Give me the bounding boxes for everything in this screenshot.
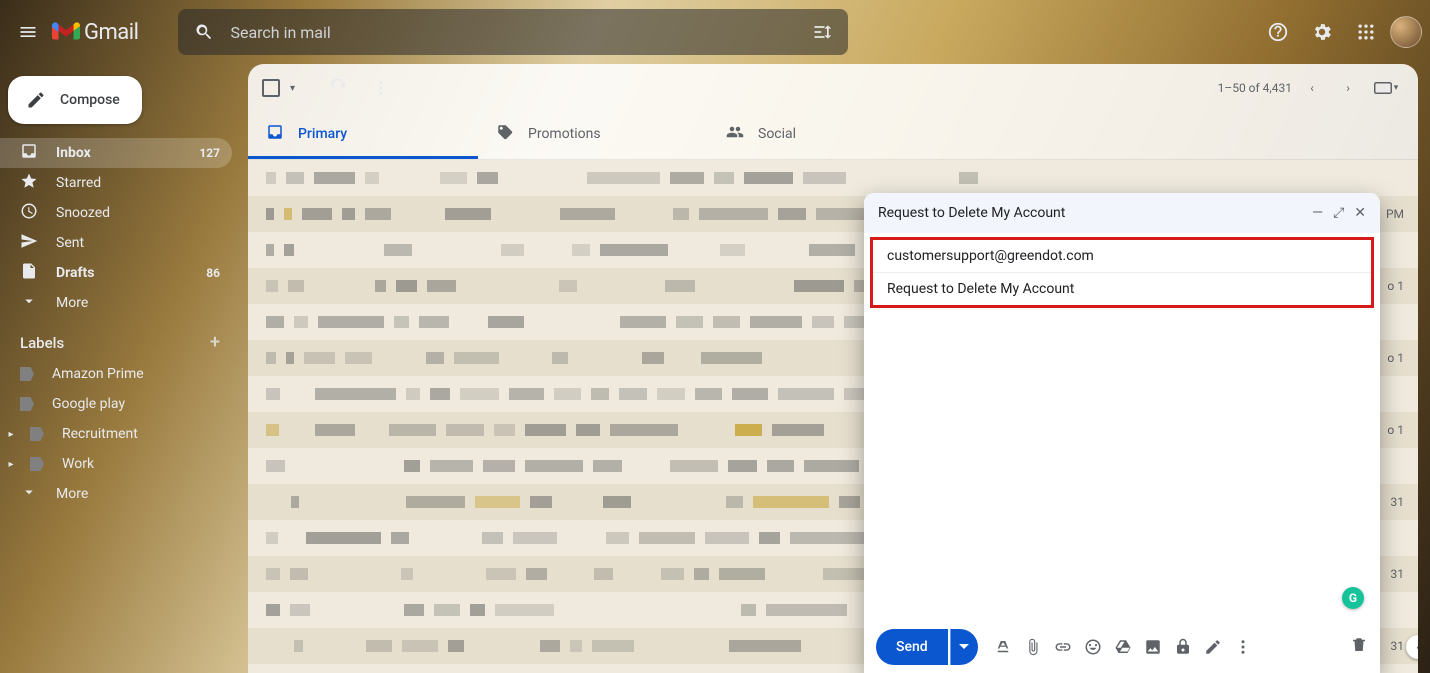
grammarly-icon[interactable]: G <box>1342 587 1364 609</box>
account-avatar[interactable] <box>1390 16 1422 48</box>
tab-promotions[interactable]: Promotions <box>478 112 708 159</box>
inbox-icon <box>20 142 38 164</box>
pagination-text: 1–50 of 4,431 <box>1218 81 1292 95</box>
label-item-more[interactable]: More <box>0 479 232 509</box>
compose-to-field[interactable]: customersupport@greendot.com <box>873 240 1371 273</box>
label-tag-icon <box>30 457 44 471</box>
sidebar-item-label: Sent <box>56 235 84 251</box>
send-button[interactable]: Send <box>876 629 948 665</box>
annotation-highlight: customersupport@greendot.com Request to … <box>870 237 1374 308</box>
sidebar-item-label: Inbox <box>56 145 91 161</box>
tab-label: Primary <box>298 126 347 142</box>
label-item-label: Google play <box>52 396 125 412</box>
format-icon[interactable] <box>994 638 1012 656</box>
select-all-dropdown[interactable]: ▾ <box>286 83 299 94</box>
attach-icon[interactable] <box>1024 638 1042 656</box>
compose-close-icon[interactable]: ✕ <box>1354 205 1366 221</box>
compose-label: Compose <box>60 92 120 108</box>
tab-primary[interactable]: Primary <box>248 112 478 159</box>
settings-icon[interactable] <box>1302 12 1342 52</box>
compose-subject-field[interactable]: Request to Delete My Account <box>873 273 1371 305</box>
product-name: Gmail <box>84 20 138 45</box>
sidebar-item-label: Starred <box>56 175 101 191</box>
sidebar-item-count: 127 <box>199 146 220 160</box>
apps-icon[interactable] <box>1346 12 1386 52</box>
compose-fullscreen-icon[interactable]: ⤢ <box>1333 205 1344 221</box>
compose-minimize-icon[interactable]: — <box>1312 205 1323 221</box>
label-item-label: Work <box>62 456 94 472</box>
compose-button[interactable]: Compose <box>8 76 142 124</box>
label-tag-icon <box>20 367 34 381</box>
star-icon <box>20 172 38 194</box>
main-menu-button[interactable] <box>8 12 48 52</box>
label-item-work[interactable]: ▸ Work <box>0 449 232 479</box>
caret-icon: ▸ <box>6 429 16 440</box>
support-icon[interactable] <box>1258 12 1298 52</box>
tab-label: Promotions <box>528 126 601 142</box>
compose-title: Request to Delete My Account <box>878 205 1065 221</box>
sidebar-item-starred[interactable]: Starred <box>0 168 232 198</box>
sidebar-item-label: Drafts <box>56 265 94 281</box>
compose-body[interactable] <box>864 310 1380 621</box>
tab-icon <box>726 123 744 145</box>
label-item-label: Recruitment <box>62 426 138 442</box>
signature-icon[interactable] <box>1204 638 1222 656</box>
label-item-label: Amazon Prime <box>52 366 144 382</box>
input-tools-icon[interactable]: ▾ <box>1368 68 1404 108</box>
label-item-label: More <box>56 486 88 502</box>
search-input[interactable] <box>222 23 804 42</box>
sidebar-item-more[interactable]: More <box>0 288 232 318</box>
emoji-icon[interactable] <box>1084 638 1102 656</box>
label-item-google-play[interactable]: Google play <box>0 389 232 419</box>
file-icon <box>20 262 38 284</box>
tab-icon <box>266 123 284 145</box>
mail-toolbar: ▾ 1–50 of 4,431 ‹ › ▾ <box>248 64 1418 112</box>
send-options-button[interactable] <box>950 629 978 665</box>
search-icon[interactable] <box>186 12 222 52</box>
label-item-recruitment[interactable]: ▸ Recruitment <box>0 419 232 449</box>
label-item-amazon-prime[interactable]: Amazon Prime <box>0 359 232 389</box>
sidebar-item-label: More <box>56 295 88 311</box>
confidential-icon[interactable] <box>1174 638 1192 656</box>
send-icon <box>20 232 38 254</box>
sidebar-item-inbox[interactable]: Inbox 127 <box>0 138 232 168</box>
add-label-icon[interactable]: + <box>210 332 220 353</box>
prev-page-icon[interactable]: ‹ <box>1296 68 1328 108</box>
search-box[interactable] <box>178 9 848 55</box>
gmail-logo[interactable]: Gmail <box>52 20 138 45</box>
labels-heading: Labels <box>20 334 64 352</box>
more-icon[interactable] <box>363 68 399 108</box>
sidebar-item-count: 86 <box>206 266 220 280</box>
clock-icon <box>20 202 38 224</box>
label-tag-icon <box>30 427 44 441</box>
compose-more-icon[interactable] <box>1234 638 1252 656</box>
expand-icon <box>20 483 38 505</box>
image-icon[interactable] <box>1144 638 1162 656</box>
search-options-icon[interactable] <box>804 12 840 52</box>
sidebar-item-sent[interactable]: Sent <box>0 228 232 258</box>
next-page-icon[interactable]: › <box>1332 68 1364 108</box>
expand-icon <box>20 292 38 314</box>
sidebar-item-drafts[interactable]: Drafts 86 <box>0 258 232 288</box>
select-all-checkbox[interactable] <box>262 79 280 97</box>
caret-icon: ▸ <box>6 459 16 470</box>
sidebar-item-label: Snoozed <box>56 205 110 221</box>
tab-icon <box>496 123 514 145</box>
sidebar: Compose Inbox 127 Starred Snoozed Sent D… <box>0 64 240 509</box>
drive-icon[interactable] <box>1114 638 1132 656</box>
sidebar-item-snoozed[interactable]: Snoozed <box>0 198 232 228</box>
link-icon[interactable] <box>1054 638 1072 656</box>
label-tag-icon <box>20 397 34 411</box>
refresh-icon[interactable] <box>321 68 357 108</box>
compose-window: Request to Delete My Account — ⤢ ✕ custo… <box>864 193 1380 673</box>
mail-time <box>1374 160 1404 196</box>
discard-draft-icon[interactable] <box>1350 636 1368 658</box>
tab-social[interactable]: Social <box>708 112 938 159</box>
tab-label: Social <box>758 126 796 142</box>
